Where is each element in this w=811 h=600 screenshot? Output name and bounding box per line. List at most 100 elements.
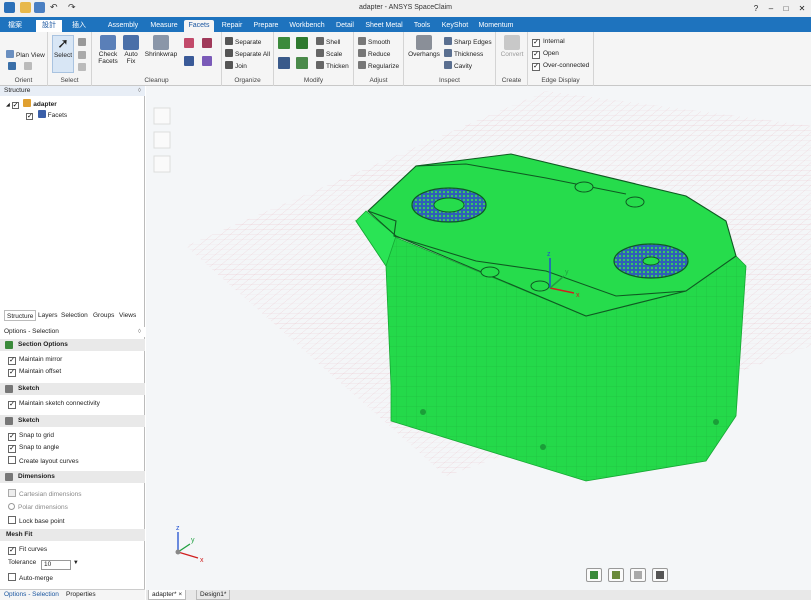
tab-options-selection[interactable]: Options - Selection (4, 591, 59, 598)
minimize-button[interactable]: – (765, 3, 777, 14)
root-visibility-checkbox[interactable]: ✓ (11, 102, 19, 109)
fit-curves-checkbox[interactable]: ✓ Fit curves (8, 546, 47, 555)
doc-tab-adapter[interactable]: adapter* × (148, 590, 187, 600)
maintain-mirror-checkbox[interactable]: ✓ Maintain mirror (8, 356, 62, 365)
tab-file[interactable]: 檔案 (2, 20, 28, 32)
tab-prepare[interactable]: Prepare (250, 20, 282, 32)
tab-detail[interactable]: Detail (332, 20, 358, 32)
maintain-sketch-connectivity-checkbox[interactable]: ✓ Maintain sketch connectivity (8, 400, 100, 409)
reduce-icon (358, 49, 366, 57)
open-checkbox[interactable]: ✓ Open (532, 49, 559, 59)
close-button[interactable]: ✕ (796, 3, 808, 14)
cavity-button[interactable]: Cavity (444, 61, 472, 71)
maximize-button[interactable]: □ (780, 3, 792, 14)
shrinkwrap-button[interactable]: Shrinkwrap (144, 35, 178, 58)
pin-icon[interactable]: ◊ (138, 86, 141, 96)
tab-properties[interactable]: Properties (66, 591, 96, 598)
view-mode-edge-button[interactable] (630, 568, 646, 582)
reduce-button[interactable]: Reduce (358, 49, 390, 59)
modify-tool-4[interactable] (296, 57, 310, 69)
modify-tool-1[interactable] (278, 37, 292, 49)
auto-merge-checkbox[interactable]: Auto-merge (8, 573, 53, 582)
tab-views[interactable]: Views (119, 310, 136, 321)
view-mode-mesh-button[interactable] (608, 568, 624, 582)
tab-sheet-metal[interactable]: Sheet Metal (362, 20, 406, 32)
tree-root[interactable]: ◢ ✓ adapter (6, 99, 57, 109)
select-lasso-button[interactable] (78, 51, 88, 61)
view-tool-1-icon[interactable] (153, 107, 171, 125)
tab-structure[interactable]: Structure (4, 310, 37, 321)
tolerance-dropdown-icon[interactable]: ▼ (73, 560, 79, 566)
tab-momentum[interactable]: Momentum (476, 20, 516, 32)
cleanup-tool-2[interactable] (202, 38, 214, 48)
lock-base-point-checkbox[interactable]: Lock base point (8, 516, 65, 525)
tab-measure[interactable]: Measure (148, 20, 180, 32)
plan-view-button[interactable]: Plan View (6, 50, 45, 60)
cleanup-tool-3[interactable] (184, 56, 196, 66)
tab-groups[interactable]: Groups (93, 310, 114, 321)
tab-selection[interactable]: Selection (61, 310, 88, 321)
maintain-mirror-check: ✓ (8, 357, 16, 365)
create-layout-curves-checkbox[interactable]: Create layout curves (8, 456, 79, 465)
polar-dimensions-option[interactable]: Polar dimensions (8, 503, 68, 511)
doc-tab-design1[interactable]: Design1* (196, 590, 231, 600)
facets-visibility-checkbox[interactable]: ✓ (26, 113, 33, 120)
tab-keyshot[interactable]: KeyShot (440, 20, 470, 32)
modify-tool-2[interactable] (296, 37, 310, 49)
convert-button[interactable]: Convert (499, 35, 525, 58)
view-tool-3-icon[interactable] (153, 155, 171, 173)
snap-to-grid-checkbox[interactable]: ✓ Snap to grid (8, 432, 54, 441)
close-tab-icon[interactable]: × (178, 591, 182, 598)
tab-facets[interactable]: Facets (184, 20, 214, 32)
sketch-header-1[interactable]: Sketch (0, 383, 145, 395)
tab-assembly[interactable]: Assembly (104, 20, 142, 32)
join-button[interactable]: Join (225, 61, 247, 71)
cartesian-dimensions-option[interactable]: Cartesian dimensions (8, 489, 82, 498)
view-options-button[interactable] (8, 62, 34, 72)
tab-tools[interactable]: Tools (410, 20, 434, 32)
tab-layers[interactable]: Layers (38, 310, 58, 321)
cleanup-tool-1[interactable] (184, 38, 196, 48)
snap-to-angle-checkbox[interactable]: ✓ Snap to angle (8, 444, 59, 453)
collapse-icon[interactable]: ◢ (6, 102, 10, 108)
shell-button[interactable]: Shell (316, 37, 340, 47)
tab-insert[interactable]: 插入 (67, 20, 91, 32)
mesh-fit-header[interactable]: Mesh Fit (0, 529, 145, 541)
select-paint-button[interactable] (78, 63, 88, 73)
options-pin-icon[interactable]: ◊ (138, 327, 141, 337)
overhangs-button[interactable]: Overhangs (406, 35, 442, 58)
view-mode-solid-button[interactable] (586, 568, 602, 582)
check-facets-button[interactable]: Check Facets (95, 35, 121, 65)
over-connected-checkbox[interactable]: ✓ Over-connected (532, 61, 589, 71)
thicken-button[interactable]: Thicken (316, 61, 349, 71)
tab-repair[interactable]: Repair (218, 20, 246, 32)
select-box-button[interactable] (78, 38, 88, 48)
smooth-button[interactable]: Smooth (358, 37, 390, 47)
maintain-offset-checkbox[interactable]: ✓ Maintain offset (8, 368, 61, 377)
tab-workbench[interactable]: Workbench (286, 20, 328, 32)
tab-design[interactable]: 設計 (36, 20, 62, 32)
scale-button[interactable]: Scale (316, 49, 342, 59)
merge-icon (184, 56, 194, 66)
sharp-edges-button[interactable]: Sharp Edges (444, 37, 492, 47)
tolerance-input[interactable]: 10 (41, 560, 71, 570)
modify-tool-3[interactable] (278, 57, 292, 69)
sketch-header-2[interactable]: Sketch (0, 415, 145, 427)
thickness-icon (444, 49, 452, 57)
dimensions-header[interactable]: Dimensions (0, 471, 145, 483)
separate-all-button[interactable]: Separate All (225, 49, 270, 59)
cleanup-tool-4[interactable] (202, 56, 214, 66)
help-icon[interactable]: ? (750, 3, 762, 14)
select-button[interactable]: ➚ Select (52, 35, 74, 73)
section-options-header[interactable]: Section Options (0, 339, 145, 351)
internal-checkbox[interactable]: ✓ Internal (532, 37, 565, 47)
view-tool-2-icon[interactable] (153, 131, 171, 149)
view-mode-render-button[interactable] (652, 568, 668, 582)
model-canvas[interactable]: z x y z x y (146, 86, 811, 590)
tree-facets[interactable]: ✓ Facets (26, 110, 67, 120)
thickness-button[interactable]: Thickness (444, 49, 483, 59)
3d-viewport[interactable]: z x y z x y (146, 86, 811, 590)
auto-fix-button[interactable]: Auto Fix (121, 35, 141, 65)
separate-button[interactable]: Separate (225, 37, 261, 47)
regularize-button[interactable]: Regularize (358, 61, 399, 71)
